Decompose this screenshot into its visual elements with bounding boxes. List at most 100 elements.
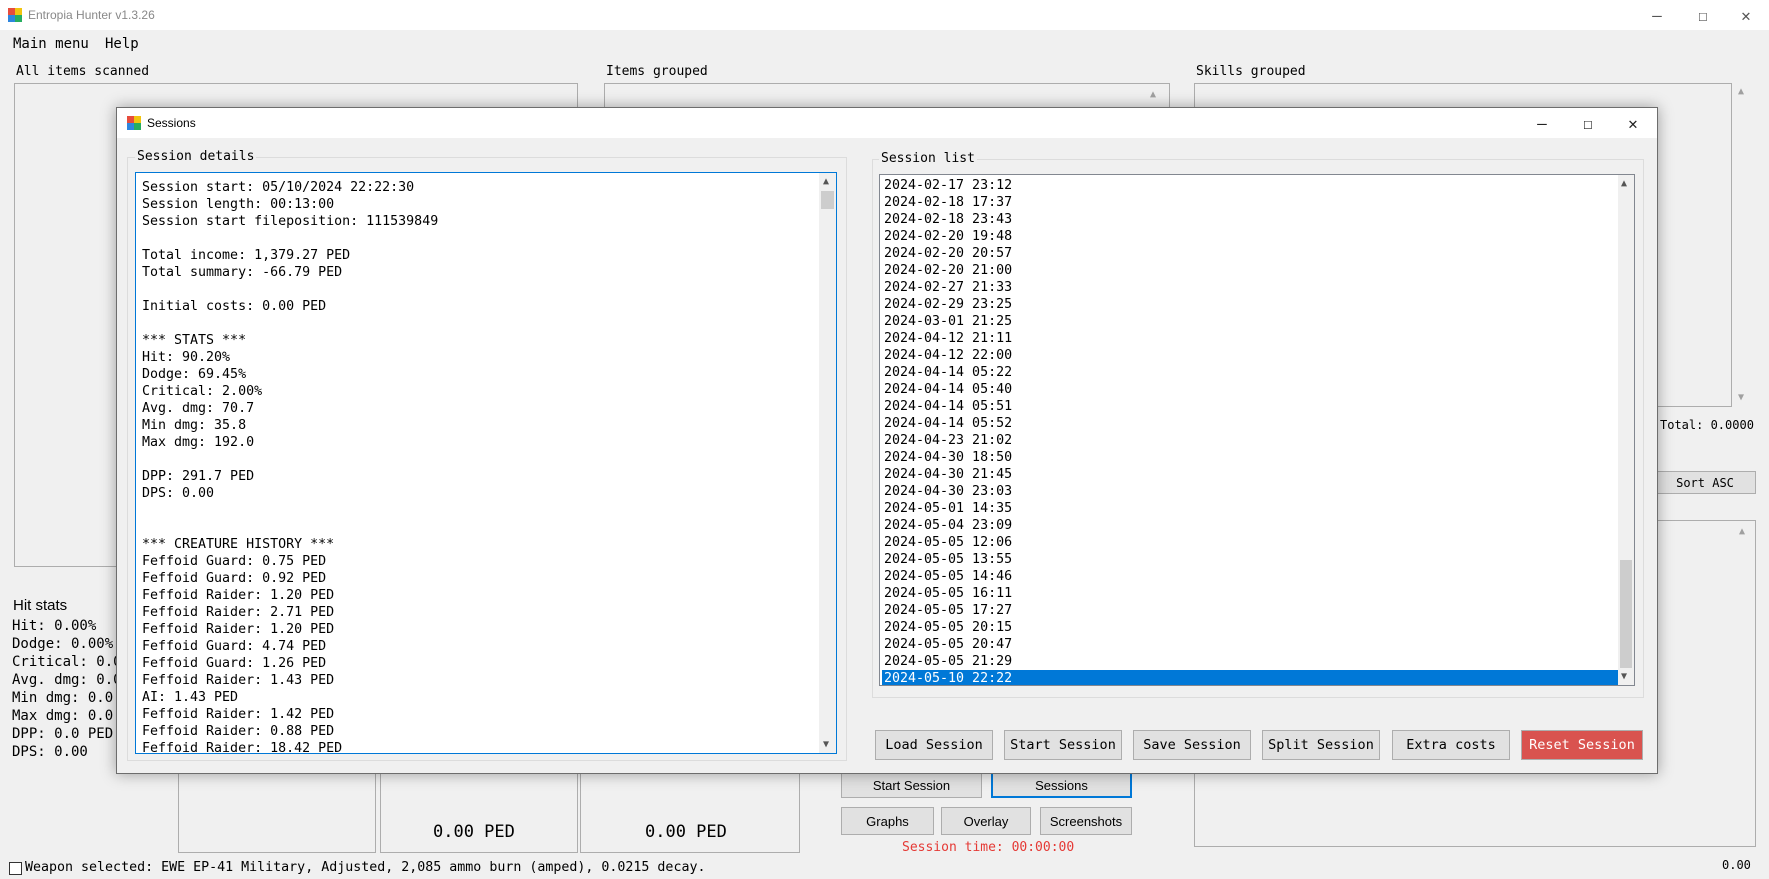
- scroll-thumb[interactable]: [821, 191, 834, 209]
- detail-line: Total income: 1,379.27 PED: [142, 248, 351, 263]
- chevron-down-icon[interactable]: ▼: [823, 739, 829, 750]
- maximize-icon[interactable]: ☐: [1680, 0, 1726, 30]
- chevron-down-icon[interactable]: ▼: [1738, 392, 1744, 403]
- sessions-button[interactable]: Sessions: [991, 772, 1132, 798]
- load-session-button[interactable]: Load Session: [875, 730, 993, 760]
- session-list-item[interactable]: 2024-05-05 12:06: [882, 534, 1618, 551]
- extra-costs-button[interactable]: Extra costs: [1392, 730, 1510, 760]
- graphs-button[interactable]: Graphs: [841, 807, 934, 835]
- split-session-button[interactable]: Split Session: [1262, 730, 1380, 760]
- chevron-up-icon[interactable]: ▲: [1739, 526, 1745, 537]
- hit-stat-line: DPP: 0.0 PED: [12, 726, 114, 742]
- scroll-thumb[interactable]: [1620, 560, 1632, 668]
- screenshots-button[interactable]: Screenshots: [1040, 807, 1132, 835]
- session-list-item[interactable]: 2024-04-12 22:00: [882, 347, 1618, 364]
- session-list-item[interactable]: 2024-04-14 05:52: [882, 415, 1618, 432]
- session-list-item[interactable]: 2024-02-29 23:25: [882, 296, 1618, 313]
- hit-stat-line: Critical: 0.0: [12, 654, 122, 670]
- session-list-item[interactable]: 2024-05-01 14:35: [882, 500, 1618, 517]
- detail-line: Feffoid Raider: 2.71 PED: [142, 605, 335, 620]
- detail-line: Session start fileposition: 111539849: [142, 214, 439, 229]
- detail-line: *** STATS ***: [142, 333, 247, 348]
- close-icon[interactable]: ✕: [1723, 0, 1769, 30]
- chevron-up-icon[interactable]: ▲: [1621, 178, 1627, 189]
- save-session-button[interactable]: Save Session: [1133, 730, 1251, 760]
- hit-stat-line: Avg. dmg: 0.0: [12, 672, 122, 688]
- maximize-icon[interactable]: ☐: [1565, 108, 1611, 138]
- details-scrollbar[interactable]: ▲ ▼: [819, 173, 836, 753]
- session-list-item[interactable]: 2024-05-05 20:47: [882, 636, 1618, 653]
- start-session-button[interactable]: Start Session: [841, 772, 982, 798]
- session-list-item[interactable]: 2024-04-14 05:51: [882, 398, 1618, 415]
- session-list-item[interactable]: 2024-05-05 16:11: [882, 585, 1618, 602]
- minimize-icon[interactable]: —: [1634, 0, 1680, 30]
- detail-line: Initial costs: 0.00 PED: [142, 299, 327, 314]
- detail-line: Feffoid Raider: 1.20 PED: [142, 588, 335, 603]
- menu-main[interactable]: Main menu: [13, 36, 89, 52]
- details-lines: Session start: 05/10/2024 22:22:30 Sessio…: [142, 179, 822, 757]
- session-list-item[interactable]: 2024-04-12 21:11: [882, 330, 1618, 347]
- detail-line: *** CREATURE HISTORY ***: [142, 537, 335, 552]
- session-list-item[interactable]: 2024-02-18 23:43: [882, 211, 1618, 228]
- detail-line: AI: 1.43 PED: [142, 690, 239, 705]
- session-list-item[interactable]: 2024-02-18 17:37: [882, 194, 1618, 211]
- chevron-up-icon[interactable]: ▲: [823, 176, 829, 187]
- detail-line: Max dmg: 192.0: [142, 435, 255, 450]
- session-details-label: Session details: [135, 149, 257, 164]
- app-title: Entropia Hunter v1.3.26: [28, 8, 155, 22]
- sessions-dialog: Sessions — ☐ ✕ Session details Session s…: [116, 107, 1658, 774]
- session-list-items: 2024-02-17 23:12 2024-02-18 17:37 2024-02-…: [880, 175, 1618, 685]
- detail-line: [142, 315, 822, 332]
- chevron-up-icon[interactable]: ▲: [1738, 86, 1744, 97]
- total-label: Total: 0.0000: [1660, 418, 1754, 432]
- detail-line: Total summary: -66.79 PED: [142, 265, 343, 280]
- session-list-item[interactable]: 2024-05-05 17:27: [882, 602, 1618, 619]
- session-list-item[interactable]: 2024-03-01 21:25: [882, 313, 1618, 330]
- weapon-checkbox[interactable]: [9, 862, 22, 875]
- chevron-up-icon[interactable]: ▲: [1150, 89, 1156, 100]
- session-list-item[interactable]: 2024-04-14 05:22: [882, 364, 1618, 381]
- session-list-item[interactable]: 2024-04-23 21:02: [882, 432, 1618, 449]
- session-list-scrollbar[interactable]: ▲ ▼: [1618, 175, 1634, 685]
- overlay-button[interactable]: Overlay: [941, 807, 1031, 835]
- ped-value-2: 0.00 PED: [645, 822, 727, 842]
- session-list-item[interactable]: 2024-02-27 21:33: [882, 279, 1618, 296]
- reset-session-button[interactable]: Reset Session: [1521, 730, 1643, 760]
- detail-line: Session start: 05/10/2024 22:22:30: [142, 180, 415, 195]
- detail-line: Dodge: 69.45%: [142, 367, 247, 382]
- session-list-item[interactable]: 2024-04-30 23:03: [882, 483, 1618, 500]
- close-icon[interactable]: ✕: [1610, 108, 1656, 138]
- session-list-item[interactable]: 2024-05-05 13:55: [882, 551, 1618, 568]
- session-list-item[interactable]: 2024-02-20 19:48: [882, 228, 1618, 245]
- detail-line: Min dmg: 35.8: [142, 418, 247, 433]
- session-list-item[interactable]: 2024-05-10 22:22: [882, 670, 1618, 685]
- skills-scrollbar[interactable]: [1735, 83, 1752, 405]
- session-list-item[interactable]: 2024-02-20 20:57: [882, 245, 1618, 262]
- start-session-button[interactable]: Start Session: [1004, 730, 1122, 760]
- detail-line: [142, 451, 822, 468]
- session-list-item[interactable]: 2024-04-30 18:50: [882, 449, 1618, 466]
- bottom-right-value: 0.00: [1722, 858, 1751, 872]
- sort-asc-button[interactable]: Sort ASC: [1654, 471, 1756, 494]
- session-list-item[interactable]: 2024-05-05 21:29: [882, 653, 1618, 670]
- detail-line: Feffoid Raider: 1.42 PED: [142, 707, 335, 722]
- detail-line: Feffoid Guard: 0.92 PED: [142, 571, 327, 586]
- session-list[interactable]: 2024-02-17 23:12 2024-02-18 17:37 2024-02-…: [879, 174, 1635, 686]
- session-list-item[interactable]: 2024-02-17 23:12: [882, 177, 1618, 194]
- session-list-item[interactable]: 2024-05-04 23:09: [882, 517, 1618, 534]
- session-details-text[interactable]: Session start: 05/10/2024 22:22:30 Sessio…: [135, 172, 837, 757]
- session-list-item[interactable]: 2024-04-14 05:40: [882, 381, 1618, 398]
- chevron-down-icon[interactable]: ▼: [1621, 671, 1627, 682]
- session-list-item[interactable]: 2024-05-05 20:15: [882, 619, 1618, 636]
- hit-stat-line: DPS: 0.00: [12, 744, 88, 760]
- session-list-label: Session list: [879, 151, 977, 166]
- session-list-item[interactable]: 2024-04-30 21:45: [882, 466, 1618, 483]
- menu-help[interactable]: Help: [105, 36, 139, 52]
- detail-line: Session length: 00:13:00: [142, 197, 335, 212]
- minimize-icon[interactable]: —: [1519, 108, 1565, 138]
- session-list-item[interactable]: 2024-02-20 21:00: [882, 262, 1618, 279]
- detail-line: Critical: 2.00%: [142, 384, 263, 399]
- all-items-label: All items scanned: [14, 64, 152, 79]
- hit-stats-lines: Hit: 0.00% Dodge: 0.00% Critical: 0.0 Av…: [12, 617, 122, 761]
- session-list-item[interactable]: 2024-05-05 14:46: [882, 568, 1618, 585]
